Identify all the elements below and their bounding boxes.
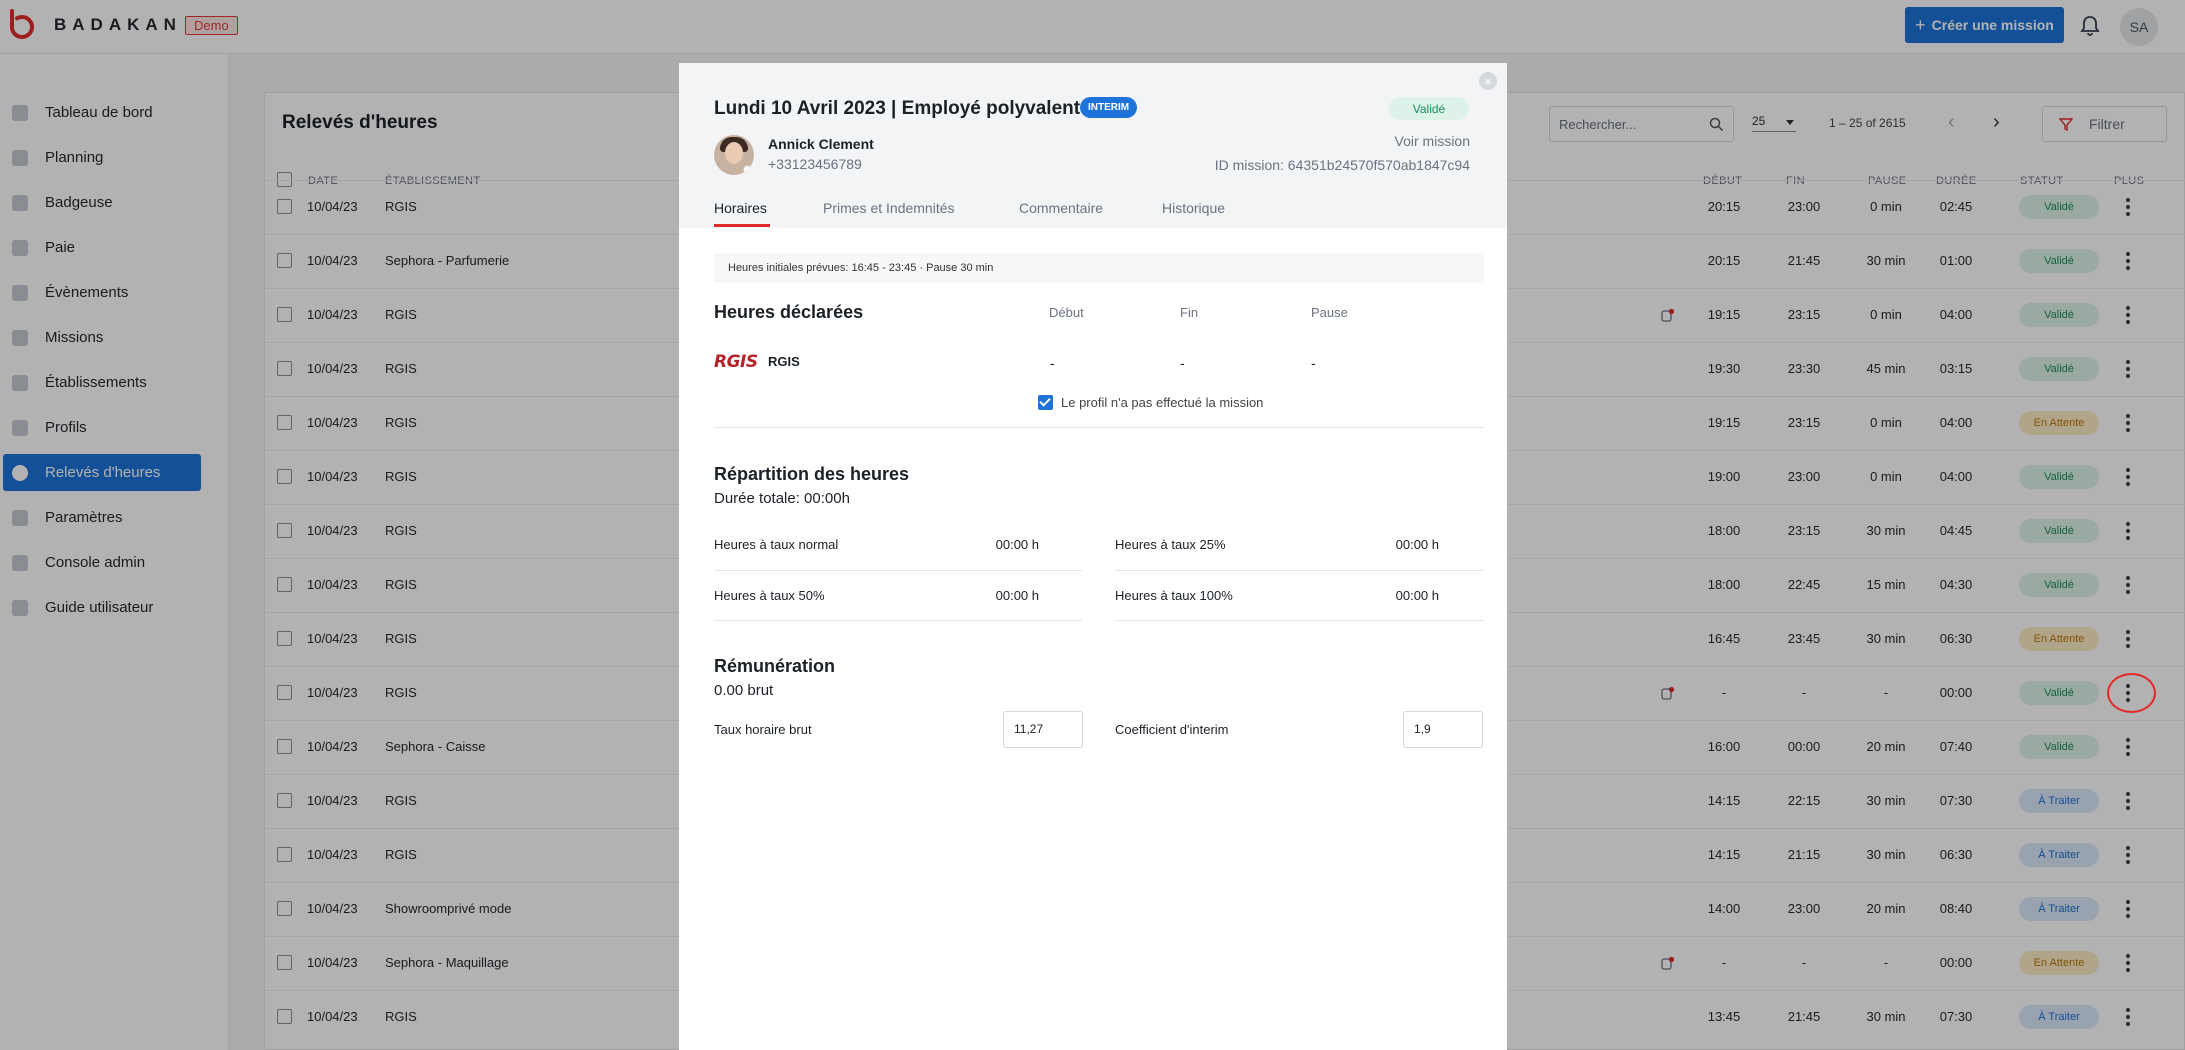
- tab-horaires[interactable]: Horaires: [714, 200, 767, 216]
- total-duration: Durée totale: 00:00h: [714, 490, 850, 507]
- avatar: [714, 135, 754, 175]
- mission-id: ID mission: 64351b24570f570ab1847c94: [1214, 157, 1470, 173]
- highlight-circle: [2107, 673, 2156, 713]
- tab-commentaire[interactable]: Commentaire: [1019, 200, 1103, 216]
- hours-50-label: Heures à taux 50%: [714, 588, 825, 603]
- remuneration-title: Rémunération: [714, 656, 836, 676]
- active-tab-indicator: [714, 224, 770, 227]
- declared-col-pause: Pause: [1311, 305, 1348, 320]
- hours-normal-label: Heures à taux normal: [714, 537, 839, 552]
- hourly-rate-label: Taux horaire brut: [714, 722, 812, 737]
- interim-badge: INTERIM: [1080, 97, 1138, 118]
- declared-hours-title: Heures déclarées: [714, 302, 864, 322]
- rgis-logo: RGIS: [714, 352, 758, 372]
- not-done-checkbox[interactable]: [1038, 395, 1053, 410]
- tab-historique[interactable]: Historique: [1162, 200, 1225, 216]
- declared-end-value[interactable]: -: [1180, 355, 1185, 371]
- declared-start-value[interactable]: -: [1050, 355, 1055, 371]
- gross-amount: 0.00 brut: [714, 682, 774, 699]
- not-done-label: Le profil n'a pas effectué la mission: [1061, 395, 1264, 410]
- modal-title: Lundi 10 Avril 2023 | Employé polyvalent: [714, 98, 1081, 119]
- initial-hours-banner: Heures initiales prévues: 16:45 - 23:45 …: [714, 253, 1484, 283]
- company-name: RGIS: [768, 354, 800, 369]
- repartition-title: Répartition des heures: [714, 464, 910, 484]
- view-mission-link[interactable]: Voir mission: [1390, 133, 1470, 149]
- divider: [714, 620, 1082, 621]
- divider: [714, 570, 1082, 571]
- declared-col-end: Fin: [1180, 305, 1199, 320]
- divider: [714, 427, 1484, 428]
- hours-25-value: 00:00 h: [1395, 537, 1439, 552]
- timesheet-detail-modal: × Lundi 10 Avril 2023 | Employé polyvale…: [679, 63, 1507, 1050]
- tab-primes[interactable]: Primes et Indemnités: [823, 200, 955, 216]
- close-icon[interactable]: ×: [1479, 72, 1497, 90]
- interim-coef-label: Coefficient d'interim: [1115, 722, 1229, 737]
- declared-pause-value[interactable]: -: [1311, 355, 1316, 371]
- status-badge: Validé: [1389, 97, 1469, 120]
- hours-25-label: Heures à taux 25%: [1115, 537, 1226, 552]
- hours-normal-value: 00:00 h: [995, 537, 1039, 552]
- person-phone: +33123456789: [768, 156, 862, 172]
- hours-100-value: 00:00 h: [1395, 588, 1439, 603]
- hours-100-label: Heures à taux 100%: [1115, 588, 1233, 603]
- person-name: Annick Clement: [768, 136, 874, 152]
- interim-coef-input[interactable]: 1,9: [1403, 711, 1483, 748]
- divider: [1115, 570, 1484, 571]
- declared-col-start: Début: [1049, 305, 1084, 320]
- hours-50-value: 00:00 h: [995, 588, 1039, 603]
- hourly-rate-input[interactable]: 11,27: [1003, 711, 1083, 748]
- divider: [1115, 620, 1484, 621]
